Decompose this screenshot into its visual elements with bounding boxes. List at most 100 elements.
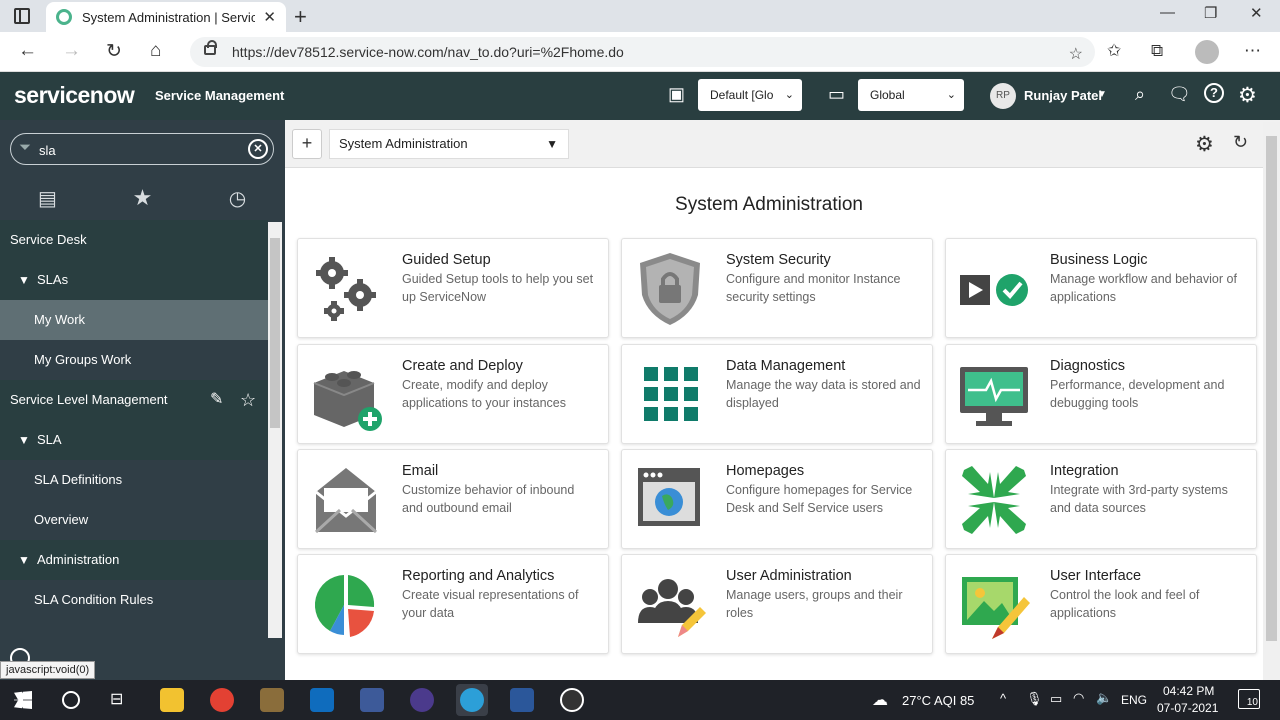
nav-group-sla[interactable]: ▼ SLA bbox=[0, 420, 268, 460]
favorites-icon[interactable]: ✩ bbox=[1107, 41, 1121, 61]
nav-group-administration[interactable]: ▼ Administration bbox=[0, 540, 268, 580]
url-field[interactable]: https://dev78512.service-now.com/nav_to.… bbox=[190, 37, 1095, 67]
connect-chat-icon[interactable]: 🗨 bbox=[1168, 84, 1191, 105]
nav-module-my-groups-work[interactable]: My Groups Work bbox=[0, 340, 268, 380]
content-scrollbar[interactable] bbox=[1263, 122, 1280, 680]
history-tab-clock-icon[interactable]: ◷ bbox=[190, 178, 285, 218]
tab-actions-icon[interactable] bbox=[14, 8, 30, 24]
network-app-icon[interactable] bbox=[360, 688, 384, 712]
chrome-icon[interactable] bbox=[210, 688, 234, 712]
refresh-icon[interactable]: ↻ bbox=[106, 40, 122, 63]
update-set-select[interactable]: Default [Glo ⌄ bbox=[698, 79, 802, 111]
obs-icon[interactable] bbox=[560, 688, 584, 712]
card-title: System Security bbox=[726, 252, 831, 268]
nav-label: Service Level Management bbox=[10, 392, 168, 407]
microphone-icon[interactable]: 🎙 bbox=[1026, 691, 1043, 707]
collections-icon[interactable]: ⧉ bbox=[1151, 41, 1163, 61]
search-circle-icon[interactable] bbox=[62, 691, 80, 709]
card-homepages[interactable]: Homepages Configure homepages for Servic… bbox=[621, 449, 933, 549]
eclipse-icon[interactable] bbox=[410, 688, 434, 712]
wifi-icon[interactable]: ◠ bbox=[1073, 690, 1084, 706]
windows-start-icon[interactable] bbox=[14, 691, 32, 709]
card-user-interface[interactable]: User Interface Control the look and feel… bbox=[945, 554, 1257, 654]
refresh-homepage-icon[interactable]: ↻ bbox=[1233, 132, 1248, 153]
search-icon[interactable]: ⌕ bbox=[1135, 84, 1145, 105]
navigator-filter[interactable]: ⏷ ✕ bbox=[10, 133, 274, 165]
nav-label: Administration bbox=[37, 552, 120, 567]
navigator-filter-input[interactable] bbox=[39, 140, 239, 160]
task-view-icon[interactable]: ⊟ bbox=[110, 689, 123, 709]
edge-icon[interactable] bbox=[460, 688, 484, 712]
settings-gear-icon[interactable]: ⚙ bbox=[1238, 83, 1257, 108]
user-menu-caret-icon[interactable]: ▼ bbox=[1097, 89, 1107, 100]
home-icon[interactable]: ⌂ bbox=[150, 40, 161, 62]
close-tab-icon[interactable]: ✕ bbox=[263, 8, 276, 26]
volume-icon[interactable]: 🔈 bbox=[1096, 690, 1112, 706]
card-business-logic[interactable]: Business Logic Manage workflow and behav… bbox=[945, 238, 1257, 338]
add-content-button[interactable]: + bbox=[292, 129, 322, 159]
nav-module-my-work[interactable]: My Work bbox=[0, 300, 268, 340]
back-icon[interactable]: ← bbox=[18, 40, 37, 62]
new-tab-icon[interactable]: + bbox=[294, 4, 307, 30]
close-window-icon[interactable]: ✕ bbox=[1250, 4, 1263, 22]
nav-module-sla-condition-rules[interactable]: SLA Condition Rules bbox=[0, 580, 268, 620]
application-scope-select[interactable]: Global ⌄ bbox=[858, 79, 964, 111]
weather-status[interactable]: 27°C AQI 85 bbox=[902, 693, 974, 708]
card-reporting-and-analytics[interactable]: Reporting and Analytics Create visual re… bbox=[297, 554, 609, 654]
battery-icon[interactable]: ▭ bbox=[1050, 691, 1062, 707]
browser-tab[interactable]: System Administration | ServiceNow ✕ bbox=[46, 2, 286, 32]
navigator-scrollbar[interactable] bbox=[268, 222, 282, 638]
card-description: Integrate with 3rd-party systems and dat… bbox=[1050, 483, 1228, 515]
card-diagnostics[interactable]: Diagnostics Performance, development and… bbox=[945, 344, 1257, 444]
homepage-select-value: System Administration bbox=[339, 136, 468, 151]
file-explorer-icon[interactable] bbox=[160, 688, 184, 712]
minimize-icon[interactable]: — bbox=[1160, 4, 1175, 21]
tab-title: System Administration | ServiceNow bbox=[82, 9, 256, 25]
weather-cloud-icon[interactable]: ☁ bbox=[872, 690, 888, 710]
card-create-and-deploy[interactable]: Create and Deploy Create, modify and dep… bbox=[297, 344, 609, 444]
tray-overflow-icon[interactable]: ^ bbox=[1000, 691, 1006, 706]
card-system-security[interactable]: System Security Configure and monitor In… bbox=[621, 238, 933, 338]
edit-pencil-icon[interactable]: ✎ bbox=[210, 380, 223, 420]
clock-time[interactable]: 04:42 PM bbox=[1163, 684, 1214, 698]
card-email[interactable]: Email Customize behavior of inbound and … bbox=[297, 449, 609, 549]
language-indicator[interactable]: ENG bbox=[1121, 693, 1147, 707]
nav-label: Overview bbox=[34, 512, 89, 527]
help-icon[interactable]: ? bbox=[1204, 83, 1224, 103]
filter-funnel-icon: ⏷ bbox=[19, 139, 32, 156]
nav-module-overview[interactable]: Overview bbox=[0, 500, 268, 540]
add-favorite-icon[interactable]: ☆ bbox=[1069, 40, 1083, 70]
favorites-tab-star-icon[interactable]: ★ bbox=[95, 178, 190, 218]
nav-group-slas[interactable]: ▼ SLAs bbox=[0, 260, 268, 300]
servicenow-logo[interactable]: servicenow bbox=[14, 82, 135, 109]
all-apps-tab-icon[interactable]: ▤ bbox=[0, 178, 95, 218]
card-description: Create visual representations of your da… bbox=[402, 588, 579, 620]
tools-app-icon[interactable] bbox=[260, 688, 284, 712]
user-name[interactable]: Runjay Patel bbox=[1024, 88, 1102, 103]
word-icon[interactable] bbox=[510, 688, 534, 712]
application-navigator: ⏷ ✕ ▤ ★ ◷ Service Desk ▼ SLAs My Work My… bbox=[0, 120, 285, 680]
homepage-select[interactable]: System Administration ▼ bbox=[329, 129, 569, 159]
navigator-scroll-thumb[interactable] bbox=[270, 238, 280, 428]
nav-section-service-desk[interactable]: Service Desk bbox=[0, 220, 268, 260]
card-integration[interactable]: Integration Integrate with 3rd-party sys… bbox=[945, 449, 1257, 549]
clock-date[interactable]: 07-07-2021 bbox=[1157, 701, 1218, 715]
notifications-icon[interactable]: 10 bbox=[1238, 689, 1260, 709]
nav-module-sla-definitions[interactable]: SLA Definitions bbox=[0, 460, 268, 500]
clear-filter-icon[interactable]: ✕ bbox=[248, 139, 268, 159]
user-avatar[interactable]: RP bbox=[990, 83, 1016, 109]
content-scroll-thumb[interactable] bbox=[1266, 136, 1277, 641]
profile-avatar[interactable] bbox=[1195, 40, 1219, 64]
favorite-star-icon[interactable]: ☆ bbox=[240, 380, 256, 420]
more-icon[interactable]: ⋯ bbox=[1244, 41, 1261, 61]
card-user-administration[interactable]: User Administration Manage users, groups… bbox=[621, 554, 933, 654]
lock-icon[interactable] bbox=[204, 40, 217, 55]
restore-icon[interactable]: ❐ bbox=[1204, 4, 1217, 22]
outlook-icon[interactable] bbox=[310, 688, 334, 712]
nav-section-service-level-management[interactable]: Service Level Management ✎ ☆ bbox=[0, 380, 268, 420]
homepage-settings-gear-icon[interactable]: ⚙ bbox=[1195, 132, 1214, 157]
card-guided-setup[interactable]: Guided Setup Guided Setup tools to help … bbox=[297, 238, 609, 338]
forward-icon[interactable]: → bbox=[62, 40, 81, 62]
card-description: Manage workflow and behavior of applicat… bbox=[1050, 272, 1237, 304]
card-data-management[interactable]: Data Management Manage the way data is s… bbox=[621, 344, 933, 444]
